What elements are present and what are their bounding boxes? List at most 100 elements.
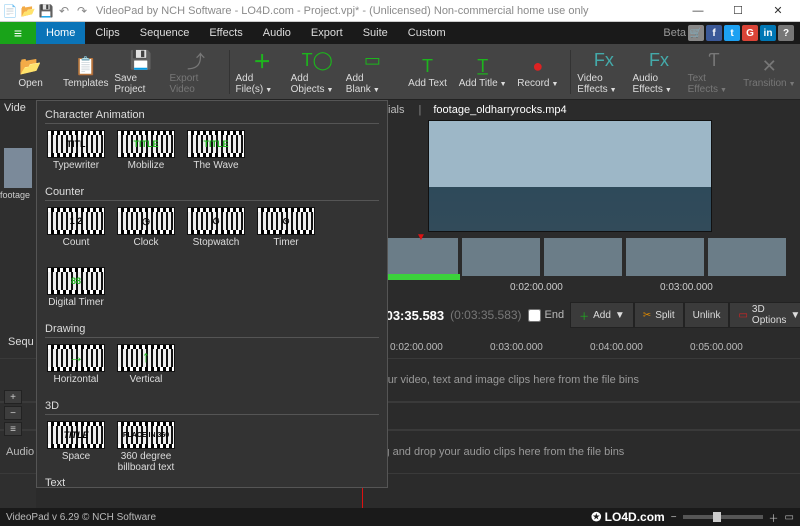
tab-clips[interactable]: Clips — [85, 22, 129, 44]
timeline-remove-track-button[interactable]: − — [4, 406, 22, 420]
tab-effects[interactable]: Effects — [199, 22, 252, 44]
qat-undo-icon[interactable]: ↶ — [56, 3, 72, 19]
zoom-out-button[interactable]: − — [671, 512, 677, 523]
trim-bar[interactable] — [380, 274, 460, 280]
tab-custom[interactable]: Custom — [398, 22, 456, 44]
export-video-button[interactable]: ⤴Export Video — [169, 46, 222, 98]
facebook-icon[interactable]: f — [706, 25, 722, 41]
timeline-settings-button[interactable]: ≡ — [4, 422, 22, 436]
preview-unlink-button[interactable]: Unlink — [684, 302, 730, 328]
bin-file-label: footage — [0, 190, 30, 200]
end-checkbox[interactable]: End — [528, 309, 565, 322]
preview-thumb[interactable] — [626, 238, 704, 276]
text-effects-button[interactable]: ƬText Effects▼ — [688, 46, 741, 98]
status-bar: VideoPad v 6.29 © NCH Software ✪ LO4D.co… — [0, 508, 800, 526]
popup-section-counter: Counter — [45, 186, 379, 198]
title-mobilize[interactable]: TITLEMobilize — [115, 130, 177, 182]
tab-audio[interactable]: Audio — [253, 22, 301, 44]
add-title-dropdown: Character Animation TITLTypewriter TITLE… — [36, 100, 388, 488]
timeline-add-track-button[interactable]: + — [4, 390, 22, 404]
add-title-button[interactable]: T̲Add Title▼ — [456, 46, 509, 98]
window-minimize-button[interactable]: — — [678, 0, 718, 22]
window-titlebar: 📄 📂 💾 ↶ ↷ VideoPad by NCH Software - LO4… — [0, 0, 800, 22]
qat-redo-icon[interactable]: ↷ — [74, 3, 90, 19]
zoom-in-button[interactable]: ＋ — [769, 510, 779, 525]
status-version: VideoPad v 6.29 © NCH Software — [6, 512, 156, 523]
qat-save-icon[interactable]: 💾 — [38, 3, 54, 19]
templates-button[interactable]: 📋Templates — [59, 46, 112, 98]
preview-thumb[interactable] — [708, 238, 786, 276]
add-text-icon: T — [422, 54, 433, 78]
popup-section-drawing: Drawing — [45, 323, 379, 335]
title-clock[interactable]: ◷Clock — [115, 207, 177, 259]
lo4d-logo: ✪ LO4D.com — [591, 510, 664, 524]
view-mode-icon[interactable]: ▭ — [785, 512, 794, 523]
popup-section-3d: 3D — [45, 400, 379, 412]
tab-export[interactable]: Export — [301, 22, 353, 44]
save-icon: 💾 — [130, 49, 152, 73]
timecode-ghost: (0:03:35.583) — [450, 308, 521, 322]
video-effects-button[interactable]: FxVideo Effects▼ — [577, 46, 630, 98]
tab-suite[interactable]: Suite — [353, 22, 398, 44]
playhead-marker-icon[interactable]: ▼ — [416, 232, 426, 243]
popup-section-char: Character Animation — [45, 109, 379, 121]
bin-file-thumbnail[interactable] — [4, 148, 32, 188]
title-360-billboard[interactable]: PLACE IN 360360 degree billboard text — [115, 421, 177, 473]
qat-open-icon[interactable]: 📂 — [20, 3, 36, 19]
title-digital-timer[interactable]: 88Digital Timer — [45, 267, 107, 319]
title-stopwatch[interactable]: ⏱Stopwatch — [185, 207, 247, 259]
twitter-icon[interactable]: t — [724, 25, 740, 41]
qat-new-icon[interactable]: 📄 — [2, 3, 18, 19]
open-icon: 📂 — [19, 54, 41, 78]
open-button[interactable]: 📂Open — [4, 46, 57, 98]
googleplus-icon[interactable]: G — [742, 25, 758, 41]
add-text-button[interactable]: TAdd Text — [401, 46, 454, 98]
bin-tab-video[interactable]: Vide — [4, 102, 26, 114]
record-button[interactable]: ●Record▼ — [511, 46, 564, 98]
ribbon-toolbar: 📂Open 📋Templates 💾Save Project ⤴Export V… — [0, 44, 800, 100]
add-objects-button[interactable]: T◯Add Objects▼ — [291, 46, 344, 98]
beta-label: Beta — [663, 27, 686, 39]
popup-section-text: Text — [45, 477, 379, 488]
linkedin-icon[interactable]: in — [760, 25, 776, 41]
cart-icon[interactable]: 🛒 — [688, 25, 704, 41]
title-count[interactable]: 1 2Count — [45, 207, 107, 259]
export-icon: ⤴ — [187, 49, 205, 73]
preview-panel: ials | footage_oldharryrocks.mp4 ▼ 0:02:… — [380, 100, 792, 338]
title-space[interactable]: TITLESpace — [45, 421, 107, 473]
help-icon[interactable]: ? — [778, 25, 794, 41]
transition-button[interactable]: ✕Transition▼ — [743, 46, 796, 98]
add-blank-button[interactable]: ▭Add Blank▼ — [346, 46, 399, 98]
title-the-wave[interactable]: TITLEThe Wave — [185, 130, 247, 182]
preview-filename: footage_oldharryrocks.mp4 — [433, 104, 566, 116]
preview-thumb[interactable] — [380, 238, 458, 276]
app-menu-button[interactable]: ≡ — [0, 22, 36, 44]
preview-split-button[interactable]: ✂Split — [634, 302, 684, 328]
record-icon: ● — [532, 54, 543, 78]
add-blank-icon: ▭ — [364, 49, 381, 73]
preview-ruler[interactable]: 0:02:00.000 0:03:00.000 — [380, 282, 792, 298]
save-project-button[interactable]: 💾Save Project — [114, 46, 167, 98]
audio-fx-icon: Fx — [649, 49, 669, 73]
title-timer[interactable]: ⏲Timer — [255, 207, 317, 259]
title-horizontal[interactable]: →Horizontal — [45, 344, 107, 396]
add-title-icon: T̲ — [477, 54, 488, 78]
menu-tabs: ≡ Home Clips Sequence Effects Audio Expo… — [0, 22, 800, 44]
title-typewriter[interactable]: TITLTypewriter — [45, 130, 107, 182]
window-close-button[interactable]: ✕ — [758, 0, 798, 22]
transition-icon: ✕ — [762, 54, 777, 78]
window-maximize-button[interactable]: ☐ — [718, 0, 758, 22]
preview-3d-button[interactable]: ▭3D Options▼ — [729, 302, 800, 328]
preview-thumb[interactable] — [462, 238, 540, 276]
preview-add-button[interactable]: ＋Add▼ — [570, 302, 634, 328]
zoom-slider[interactable] — [683, 515, 763, 519]
preview-canvas[interactable] — [428, 120, 712, 232]
title-vertical[interactable]: ↑Vertical — [115, 344, 177, 396]
add-objects-icon: T◯ — [302, 49, 333, 73]
tab-sequence[interactable]: Sequence — [130, 22, 200, 44]
add-files-button[interactable]: ＋Add File(s)▼ — [235, 46, 288, 98]
window-title: VideoPad by NCH Software - LO4D.com - Pr… — [96, 5, 678, 17]
audio-effects-button[interactable]: FxAudio Effects▼ — [632, 46, 685, 98]
preview-thumb[interactable] — [544, 238, 622, 276]
tab-home[interactable]: Home — [36, 22, 85, 44]
